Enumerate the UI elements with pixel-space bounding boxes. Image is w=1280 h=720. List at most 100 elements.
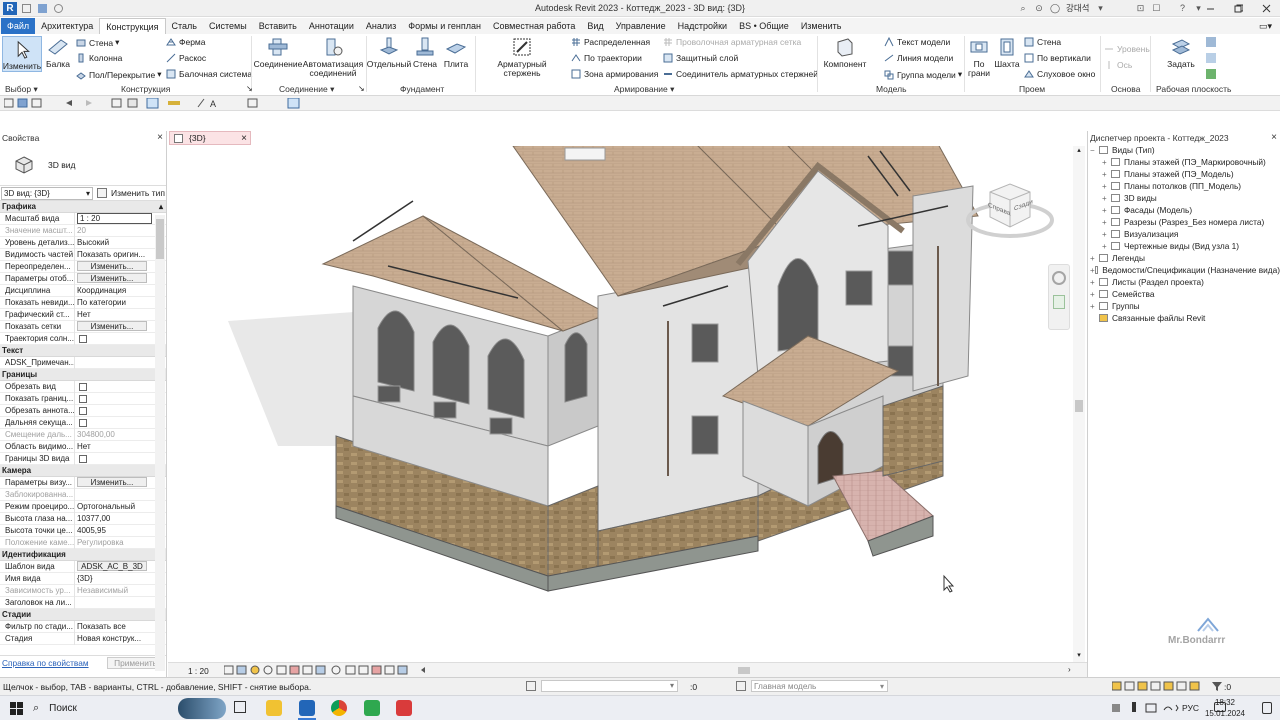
horizontal-scroll-thumb[interactable] [738,667,750,674]
connection-button[interactable]: Соединение [254,36,302,69]
browser-item[interactable]: + Листы (Раздел проекта) [1088,276,1280,288]
clock[interactable]: 18:32 15.01.2024 [1200,697,1250,719]
help-icon[interactable]: ? [1177,3,1187,13]
file-explorer-icon[interactable] [266,700,282,716]
tab-view[interactable]: Вид [581,18,609,34]
close-icon[interactable]: × [157,132,163,143]
panel-label-reinforcement[interactable]: Армирование ▾ [614,84,674,95]
property-edit-button[interactable]: Изменить... [77,476,147,487]
task-view-icon[interactable] [234,701,246,713]
tab-bs-common[interactable]: BS • Общие [733,18,795,34]
search-highlight-image[interactable] [178,698,226,719]
expand-icon[interactable]: + [1102,170,1111,179]
collapse-icon[interactable]: − [1090,146,1099,155]
chevron-down-icon[interactable]: ▾ [1073,651,1085,659]
property-group-header[interactable]: Текст▴ [0,345,166,357]
zoom-icon[interactable] [1053,295,1065,309]
chevron-down-icon[interactable]: ▾ [1095,3,1105,13]
steering-wheel-icon[interactable] [1052,271,1066,285]
dormer-button[interactable]: Слуховое окно [1024,69,1095,79]
model-group-button[interactable]: Группа модели ▾ [884,69,962,80]
brace-button[interactable]: Раскос [166,53,206,63]
chrome-icon[interactable] [331,700,347,716]
rebar-button[interactable]: Арматурный стержень [478,36,566,78]
expand-icon[interactable]: + [1090,290,1099,299]
property-value[interactable]: Показать все [74,620,152,633]
tab-options-icon[interactable]: ▭▾ [1253,18,1280,34]
windows-start-icon[interactable] [10,702,23,715]
property-value[interactable]: Ортогональный [74,500,152,513]
property-group-header[interactable]: Камера▴ [0,465,166,477]
wall-foundation-button[interactable]: Стена [412,36,438,69]
browser-item[interactable]: + Разрезы (Разрез_Без номера листа) [1088,216,1280,228]
by-face-button[interactable]: По грани [967,36,991,78]
property-value[interactable]: Координация [74,284,152,297]
browser-item[interactable]: − Виды (Тип) [1088,144,1280,156]
tab-modify[interactable]: Изменить [795,18,848,34]
browser-item[interactable]: + Ведомости/Спецификации (Назначение вида… [1088,264,1280,276]
notifications-icon[interactable] [1262,702,1272,714]
expand-icon[interactable]: + [1102,158,1111,167]
properties-help-link[interactable]: Справка по свойствам [2,658,89,668]
panel-label-connection[interactable]: Соединение ▾ [279,84,334,95]
property-value[interactable]: Нет [74,440,152,453]
show-workplane-icon[interactable] [1206,37,1216,47]
component-button[interactable]: Компонент [821,36,869,69]
property-edit-button[interactable]: Изменить... [77,272,147,283]
scale-input[interactable]: 1 : 20 [77,212,152,224]
worksets-icon[interactable] [526,681,536,691]
camtasia-icon[interactable] [364,700,380,716]
property-checkbox[interactable] [79,334,87,343]
search-icon[interactable]: ⌕ [1018,3,1028,13]
selection-filter-icons[interactable] [1112,681,1232,692]
chevron-up-icon[interactable]: ▴ [1073,146,1085,154]
set-workplane-button[interactable]: Задать [1166,36,1196,69]
tab-insert[interactable]: Вставить [253,18,303,34]
ref-plane-icon[interactable] [1206,53,1216,63]
panel-label-select[interactable]: Выбор ▾ [5,84,38,95]
browser-item[interactable]: + Визуализация [1088,228,1280,240]
panel-launcher-icon[interactable]: ↘ [358,84,365,93]
tab-collaborate[interactable]: Совместная работа [487,18,581,34]
cart-icon[interactable]: ⊡ [1135,3,1145,13]
close-button[interactable] [1252,0,1280,17]
fabric-sheet-button[interactable]: Проволочная арматурная сетка [663,37,801,47]
expand-icon[interactable]: + [1102,230,1111,239]
design-options-icon[interactable] [736,681,746,691]
property-value[interactable]: Изменить... [74,272,152,285]
account-icon[interactable]: ☐ [1151,3,1161,13]
grid-button[interactable]: Ось [1104,60,1132,70]
design-option-dropdown[interactable]: Главная модель ▾ [751,680,888,692]
property-edit-button[interactable]: ADSK_АС_В_3D [77,560,147,571]
view-scale[interactable]: 1 : 20 [188,666,209,676]
area-reinforcement-button[interactable]: Распределенная [571,37,650,47]
isolated-foundation-button[interactable]: Отдельный [367,36,411,69]
property-value[interactable]: Показать оригин... [74,248,152,261]
property-checkbox[interactable] [79,382,87,391]
property-checkbox[interactable] [79,418,87,427]
browser-item[interactable]: + Группы [1088,300,1280,312]
model-text-button[interactable]: Текст модели [884,37,950,47]
expand-icon[interactable]: + [1090,278,1099,287]
instance-dropdown[interactable]: 3D вид: {3D} ▾ [1,186,93,200]
viewcube[interactable]: Справа Сзади [965,172,1055,247]
property-value[interactable] [74,452,152,465]
wall-opening-button[interactable]: Стена [1024,37,1061,47]
property-value[interactable] [74,380,152,393]
edit-type-button[interactable]: Изменить тип [97,188,165,198]
property-value[interactable] [74,404,152,417]
rebar-coupler-button[interactable]: Соединитель арматурных стержней [663,69,818,79]
tab-steel[interactable]: Сталь [166,18,203,34]
tab-3d-view[interactable]: {3D} × [169,131,251,145]
property-value[interactable]: По категории [74,296,152,309]
scroll-thumb[interactable] [1075,400,1083,412]
browser-item[interactable]: + Планы потолков (ПП_Модель) [1088,180,1280,192]
tab-systems[interactable]: Системы [203,18,253,34]
property-value[interactable] [74,356,152,369]
property-group-header[interactable]: Идентификация▴ [0,549,166,561]
minimize-button[interactable] [1196,0,1224,17]
close-icon[interactable]: × [241,133,247,144]
tab-structure[interactable]: Конструкция [99,18,166,34]
property-value[interactable] [74,392,152,405]
property-checkbox[interactable] [79,394,87,403]
